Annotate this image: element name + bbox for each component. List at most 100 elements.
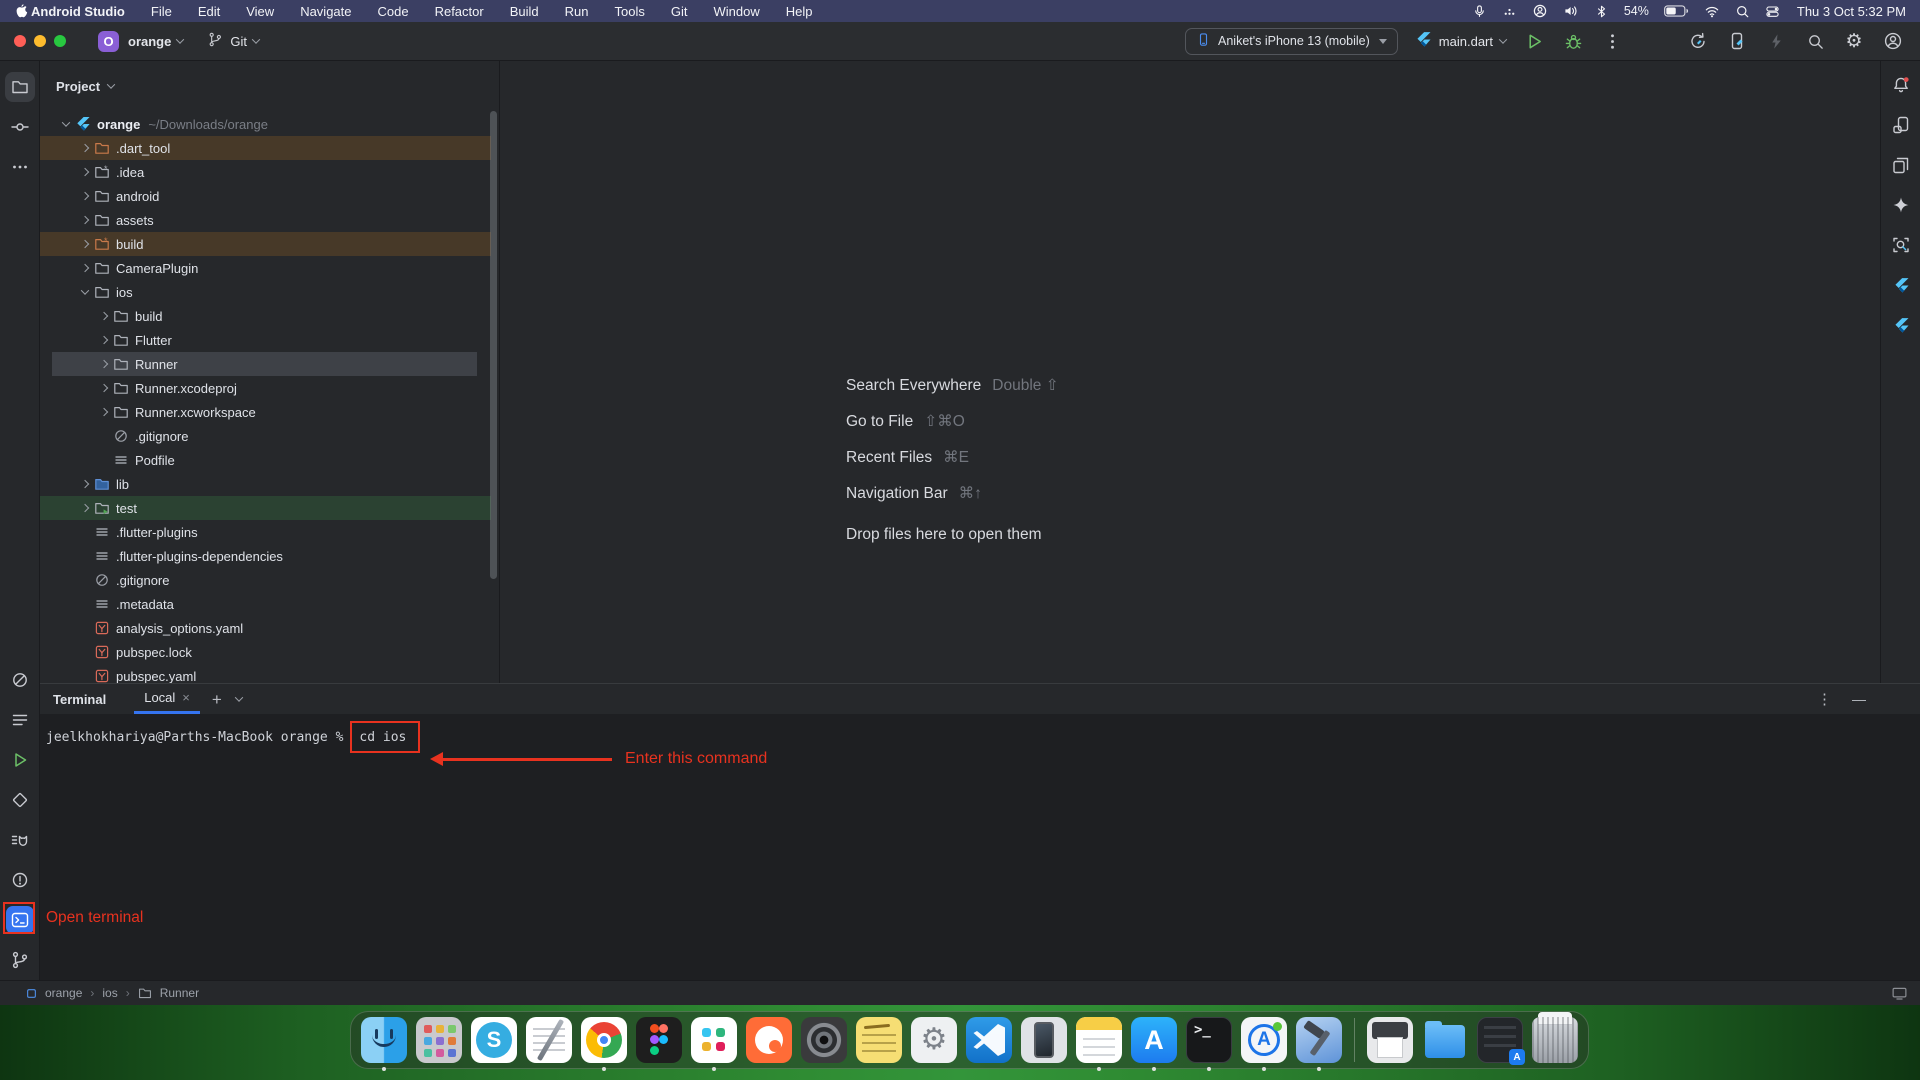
menu-item-help[interactable]: Help [786,4,813,19]
tree-item-Runner[interactable]: Runner [40,352,499,376]
window-close-button[interactable] [14,35,26,47]
tool-stripe-dart-analysis-icon[interactable] [0,780,40,820]
tree-item-analysis_options.yaml[interactable]: analysis_options.yaml [40,616,499,640]
tool-stripe-todo-list-icon[interactable] [0,700,40,740]
tree-item-build[interactable]: build [40,304,499,328]
tree-item-.dart_tool[interactable]: .dart_tool [40,136,499,160]
dock-icon-skype[interactable]: S [471,1017,517,1063]
tree-item-pubspec.lock[interactable]: pubspec.lock [40,640,499,664]
more-actions-button[interactable] [1601,30,1623,52]
tree-item-.flutter-plugins-dependencies[interactable]: .flutter-plugins-dependencies [40,544,499,568]
window-minimize-button[interactable] [34,35,46,47]
tool-stripe-commit-icon[interactable] [0,107,40,147]
dock-icon-notes[interactable] [1076,1017,1122,1063]
tree-item-test[interactable]: test [40,496,499,520]
tool-stripe-running-devices-icon[interactable] [1881,145,1920,185]
scrollbar-thumb[interactable] [490,111,497,579]
tree-item-.gitignore[interactable]: .gitignore [40,424,499,448]
chevron-right-icon[interactable] [96,313,112,319]
menu-item-tools[interactable]: Tools [615,4,645,19]
user-circle-icon[interactable] [1532,3,1548,19]
vcs-branch-widget[interactable]: Git [207,31,259,51]
menu-item-file[interactable]: File [151,4,172,19]
profile-icon[interactable] [1882,30,1904,52]
dock-icon-lens[interactable] [801,1017,847,1063]
run-configuration-selector[interactable]: main.dart [1415,31,1506,51]
menu-item-android-studio[interactable]: Android Studio [31,4,125,19]
terminal-minimize-icon[interactable]: — [1852,691,1866,707]
menu-item-refactor[interactable]: Refactor [435,4,484,19]
tree-item-.idea[interactable]: *.idea [40,160,499,184]
menu-item-git[interactable]: Git [671,4,688,19]
spotlight-icon[interactable] [1735,3,1750,19]
tool-stripe-device-manager-icon[interactable] [1881,105,1920,145]
dock-icon-trash[interactable] [1532,1017,1578,1063]
breadcrumb-item-ios[interactable]: ios [102,986,117,1000]
debug-button[interactable] [1562,30,1584,52]
dock-icon-slack[interactable] [691,1017,737,1063]
menu-item-view[interactable]: View [246,4,274,19]
bluetooth-icon[interactable] [1594,3,1609,19]
dock-icon-gear[interactable]: ⚙ [911,1017,957,1063]
dock-icon-minwindow[interactable]: A [1477,1017,1523,1063]
dock-icon-vscode[interactable] [966,1017,1012,1063]
tool-stripe-version-control-icon[interactable] [0,940,40,980]
tool-stripe-more-icon[interactable] [0,147,40,187]
dock-icon-figma[interactable] [636,1017,682,1063]
menu-item-edit[interactable]: Edit [198,4,220,19]
tool-stripe-flutter-outline-icon[interactable] [1881,265,1920,305]
menu-item-navigate[interactable]: Navigate [300,4,351,19]
menu-clock[interactable]: Thu 3 Oct 5:32 PM [1797,4,1906,19]
chevron-right-icon[interactable] [96,385,112,391]
dock-icon-xcodebeta[interactable] [1296,1017,1342,1063]
chevron-right-icon[interactable] [77,241,93,247]
tree-item-Runner.xcworkspace[interactable]: Runner.xcworkspace [40,400,499,424]
dock-icon-stickies[interactable] [856,1017,902,1063]
dock-icon-appstore[interactable]: A [1131,1017,1177,1063]
dock-icon-chrome[interactable] [581,1017,627,1063]
window-zoom-button[interactable] [54,35,66,47]
menu-item-build[interactable]: Build [510,4,539,19]
search-icon[interactable] [1804,30,1826,52]
menu-item-code[interactable]: Code [378,4,409,19]
tree-item-android[interactable]: android [40,184,499,208]
breadcrumb-item-orange[interactable]: orange [45,986,82,1000]
tool-stripe-app-inspection-icon[interactable] [1881,225,1920,265]
tree-item-Flutter[interactable]: Flutter [40,328,499,352]
dock-icon-simulator[interactable] [1021,1017,1067,1063]
tree-item-.flutter-plugins[interactable]: .flutter-plugins [40,520,499,544]
tool-stripe-problems-icon[interactable] [0,860,40,900]
dots-icon[interactable] [1502,3,1517,19]
tool-stripe-project-icon[interactable] [0,67,40,107]
screen-indicator-icon[interactable] [1891,985,1908,1002]
dock-icon-printer[interactable] [1367,1017,1413,1063]
volume-icon[interactable] [1563,3,1579,19]
flutter-hot-reload-icon[interactable] [1687,30,1709,52]
menu-item-window[interactable]: Window [713,4,759,19]
tree-item-build[interactable]: *build [40,232,499,256]
dock-icon-xcode[interactable]: A [1241,1017,1287,1063]
tool-stripe-notifications-icon[interactable] [1881,65,1920,105]
chevron-down-icon[interactable] [77,289,93,295]
tree-item-pubspec.yaml[interactable]: pubspec.yaml [40,664,499,683]
terminal-tab-local[interactable]: Local × [134,684,200,714]
terminal-dropdown-button[interactable] [236,696,242,702]
dock-icon-postman[interactable] [746,1017,792,1063]
dock-icon-launchpad[interactable] [416,1017,462,1063]
mic-icon[interactable] [1472,3,1487,19]
apple-menu-icon[interactable] [14,3,29,20]
tool-stripe-logcat-icon[interactable] [0,820,40,860]
dock-icon-downloads[interactable] [1422,1017,1468,1063]
tree-item-CameraPlugin[interactable]: CameraPlugin [40,256,499,280]
chevron-right-icon[interactable] [77,193,93,199]
dock-icon-textedit[interactable] [526,1017,572,1063]
project-switcher[interactable]: orange [128,34,183,49]
tree-item-.metadata[interactable]: .metadata [40,592,499,616]
tree-item-orange[interactable]: orange~/Downloads/orange [40,112,499,136]
tool-stripe-flutter-performance-icon[interactable] [1881,305,1920,345]
chevron-right-icon[interactable] [77,505,93,511]
lightning-icon[interactable] [1765,30,1787,52]
chevron-right-icon[interactable] [96,361,112,367]
tool-stripe-circle-slash-icon[interactable] [0,660,40,700]
terminal-content[interactable]: jeelkhokhariya@Parths-MacBook orange % c… [40,714,1920,980]
